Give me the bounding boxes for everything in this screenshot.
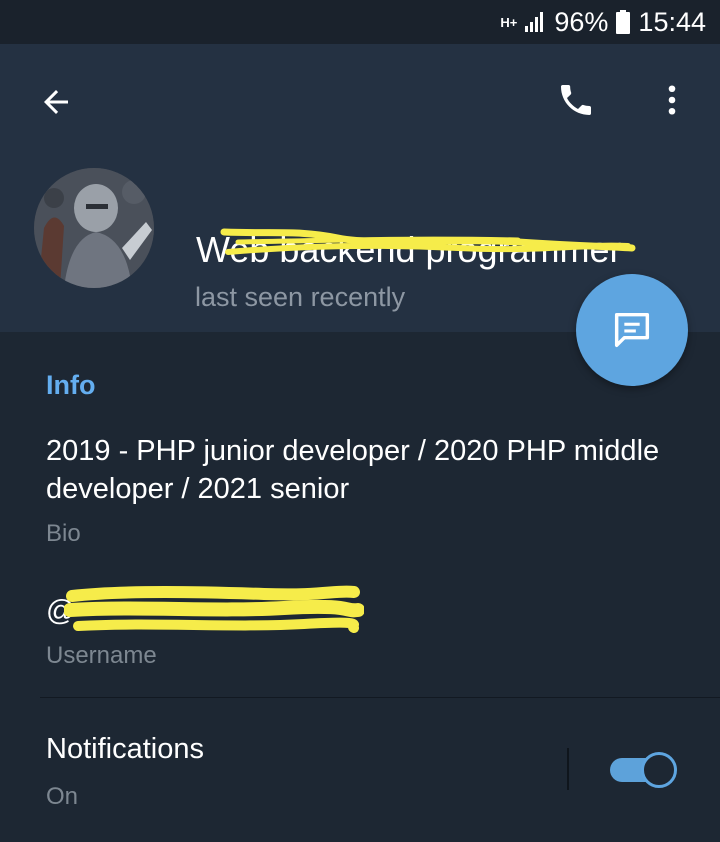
notifications-row[interactable]: Notifications On — [0, 700, 720, 842]
clock: 15:44 — [638, 6, 706, 37]
status-indicators: H+ 96% 15:44 — [500, 4, 706, 40]
message-icon — [614, 312, 650, 348]
status-bar: H+ 96% 15:44 — [0, 0, 720, 44]
divider — [40, 697, 720, 698]
back-button[interactable] — [32, 78, 80, 126]
bio-text[interactable]: 2019 - PHP junior developer / 2020 PHP m… — [46, 432, 666, 508]
bio-label: Bio — [46, 520, 81, 547]
call-button[interactable] — [552, 76, 600, 124]
username-value[interactable]: @ — [46, 595, 75, 628]
avatar[interactable] — [34, 168, 154, 288]
more-vertical-icon — [668, 85, 676, 115]
last-seen-status: last seen recently — [195, 282, 406, 312]
signal-icon — [524, 11, 546, 33]
battery-icon — [616, 10, 631, 34]
arrow-left-icon — [44, 90, 68, 114]
notifications-status: On — [46, 783, 79, 810]
vertical-separator — [567, 748, 569, 790]
notifications-title: Notifications — [46, 733, 204, 765]
avatar-image — [34, 168, 154, 288]
info-section-title: Info — [46, 370, 96, 400]
notifications-toggle[interactable] — [610, 750, 677, 788]
network-type: H+ — [500, 14, 518, 30]
username-label: Username — [46, 642, 157, 669]
username-redaction — [64, 585, 364, 633]
toggle-knob — [641, 752, 677, 788]
more-options-button[interactable] — [648, 76, 696, 124]
profile-name: Web backend programmer — [196, 229, 622, 270]
battery-percent: 96% — [554, 6, 609, 37]
send-message-button[interactable] — [576, 274, 688, 386]
phone-icon — [561, 85, 591, 115]
